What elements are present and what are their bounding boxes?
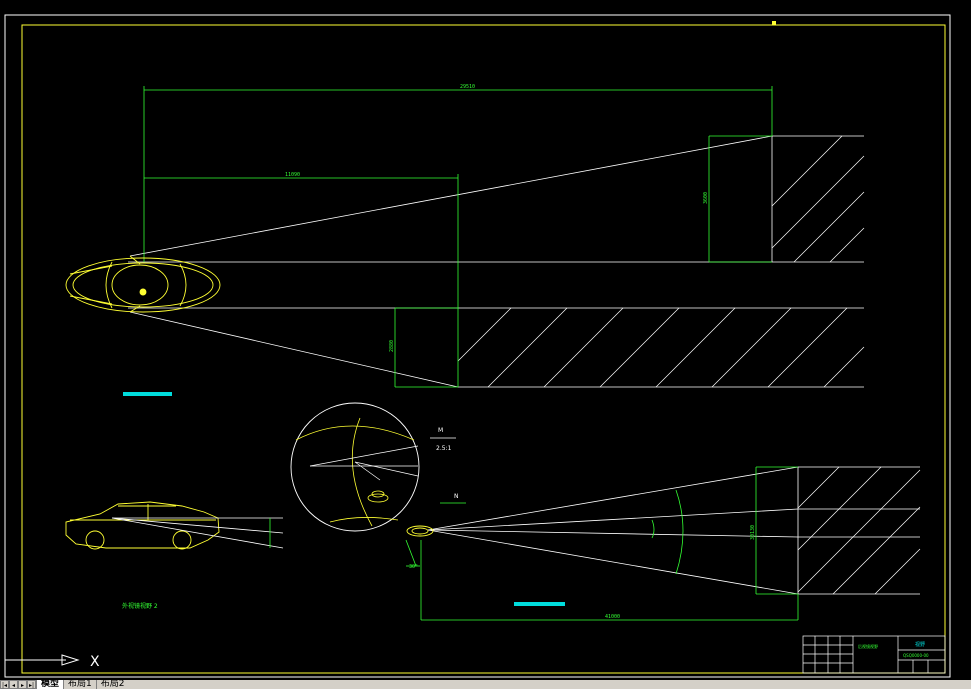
tab-layout-1[interactable]: 布局1 <box>63 680 96 689</box>
callout-marker: N <box>454 493 459 500</box>
callout-scale: 2.5:1 <box>436 445 452 452</box>
dim-top-total: 29510 <box>460 84 475 90</box>
title-block-code: QSQ0000-00 <box>903 653 929 658</box>
tab-model[interactable]: 模型 <box>36 680 64 689</box>
tab-next-button[interactable]: ▸ <box>18 680 27 689</box>
dim-near-height: 2880 <box>389 340 395 352</box>
title-block-title: 视野 <box>915 641 925 648</box>
dim-bottom-length: 41000 <box>605 614 620 620</box>
axis-x-label: X <box>90 654 100 670</box>
canvas-background <box>0 0 971 689</box>
dim-far-height: 3600 <box>703 192 709 204</box>
highlight-bar-bottom <box>514 602 565 606</box>
highlight-bar-top <box>123 392 172 396</box>
side-view-caption: 外视镜视野 2 <box>122 602 158 610</box>
tab-prev-button[interactable]: ◂ <box>9 680 18 689</box>
dim-bottom-height: 30130 <box>750 525 756 540</box>
layout-tab-bar: |◂ ◂ ▸ ▸| 模型 布局1 布局2 <box>0 680 971 689</box>
callout-letter: M <box>438 427 443 434</box>
angle-label: 30° <box>409 564 418 570</box>
dim-near-length: 11090 <box>285 172 300 178</box>
cad-drawing-canvas[interactable]: 29510 11090 3600 2880 外视镜视野 2 M 2.5:1 30… <box>0 0 971 689</box>
tab-last-button[interactable]: ▸| <box>27 680 36 689</box>
tab-first-button[interactable]: |◂ <box>0 680 9 689</box>
tab-layout-2[interactable]: 布局2 <box>95 680 129 689</box>
title-block-name: 后视镜视野 <box>858 643 878 649</box>
frame-marker <box>772 21 776 25</box>
